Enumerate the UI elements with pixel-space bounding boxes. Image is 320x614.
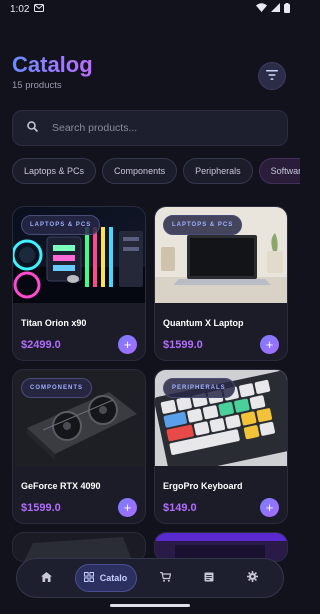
add-to-cart-button[interactable]: +	[118, 335, 137, 354]
plus-icon: +	[123, 500, 132, 515]
product-count: 15 products	[12, 80, 62, 91]
search-bar[interactable]	[12, 110, 288, 146]
product-image: PERIPHERALS	[155, 370, 287, 466]
product-grid: LAPTOPS & PCS Titan Orion x90 $2499.0 + …	[12, 206, 288, 562]
bottom-nav: Catalo	[16, 558, 284, 598]
status-time: 1:02	[10, 3, 30, 15]
home-indicator[interactable]	[110, 604, 190, 607]
product-image: LAPTOPS & PCS	[155, 207, 287, 303]
product-card[interactable]: PERIPHERALS ErgoPro Keyboard $149.0 +	[154, 369, 288, 524]
filter-icon	[266, 67, 278, 85]
nav-home[interactable]	[31, 564, 61, 592]
category-chips: Laptops & PCs Components Peripherals Sof…	[12, 158, 300, 184]
product-image: COMPONENTS	[13, 370, 145, 466]
plus-icon: +	[123, 337, 132, 352]
search-input[interactable]	[52, 122, 252, 134]
page-title: Catalog	[12, 52, 93, 77]
signal-icon	[271, 3, 280, 15]
battery-icon	[284, 2, 290, 16]
home-icon	[40, 569, 52, 587]
nav-orders[interactable]	[194, 564, 224, 592]
status-bar: 1:02	[0, 0, 300, 18]
category-badge: LAPTOPS & PCS	[21, 215, 101, 235]
plus-icon: +	[265, 337, 274, 352]
category-badge: LAPTOPS & PCS	[163, 215, 243, 235]
product-name: GeForce RTX 4090	[21, 481, 101, 491]
product-card[interactable]: LAPTOPS & PCS Quantum X Laptop $1599.0 +	[154, 206, 288, 361]
chip-peripherals[interactable]: Peripherals	[183, 158, 253, 184]
category-badge: COMPONENTS	[21, 378, 93, 398]
product-name: ErgoPro Keyboard	[163, 481, 243, 491]
nav-catalog[interactable]: Catalo	[74, 564, 137, 592]
receipt-icon	[204, 569, 214, 587]
chip-laptops-pcs[interactable]: Laptops & PCs	[12, 158, 97, 184]
nav-settings[interactable]	[237, 564, 267, 592]
add-to-cart-button[interactable]: +	[260, 498, 279, 517]
filter-button[interactable]	[258, 62, 286, 90]
product-card[interactable]: COMPONENTS GeForce RTX 4090 $1599.0 +	[12, 369, 146, 524]
gear-icon	[246, 569, 258, 587]
chip-software[interactable]: Software	[258, 158, 300, 184]
product-card[interactable]: LAPTOPS & PCS Titan Orion x90 $2499.0 +	[12, 206, 146, 361]
product-name: Titan Orion x90	[21, 318, 87, 328]
page-header: Catalog 15 products	[12, 52, 288, 96]
search-icon	[27, 119, 39, 137]
notification-icon	[34, 3, 45, 15]
product-name: Quantum X Laptop	[163, 318, 244, 328]
add-to-cart-button[interactable]: +	[118, 498, 137, 517]
nav-catalog-label: Catalo	[99, 573, 128, 583]
product-price: $1599.0	[21, 502, 61, 514]
wifi-icon	[256, 3, 267, 15]
grid-icon	[83, 572, 94, 584]
product-price: $1599.0	[163, 339, 203, 351]
nav-cart[interactable]	[150, 564, 180, 592]
product-price: $149.0	[163, 502, 197, 514]
cart-icon	[159, 569, 171, 587]
add-to-cart-button[interactable]: +	[260, 335, 279, 354]
plus-icon: +	[265, 500, 274, 515]
chip-components[interactable]: Components	[102, 158, 178, 184]
product-image: LAPTOPS & PCS	[13, 207, 145, 303]
product-price: $2499.0	[21, 339, 61, 351]
category-badge: PERIPHERALS	[163, 378, 235, 398]
